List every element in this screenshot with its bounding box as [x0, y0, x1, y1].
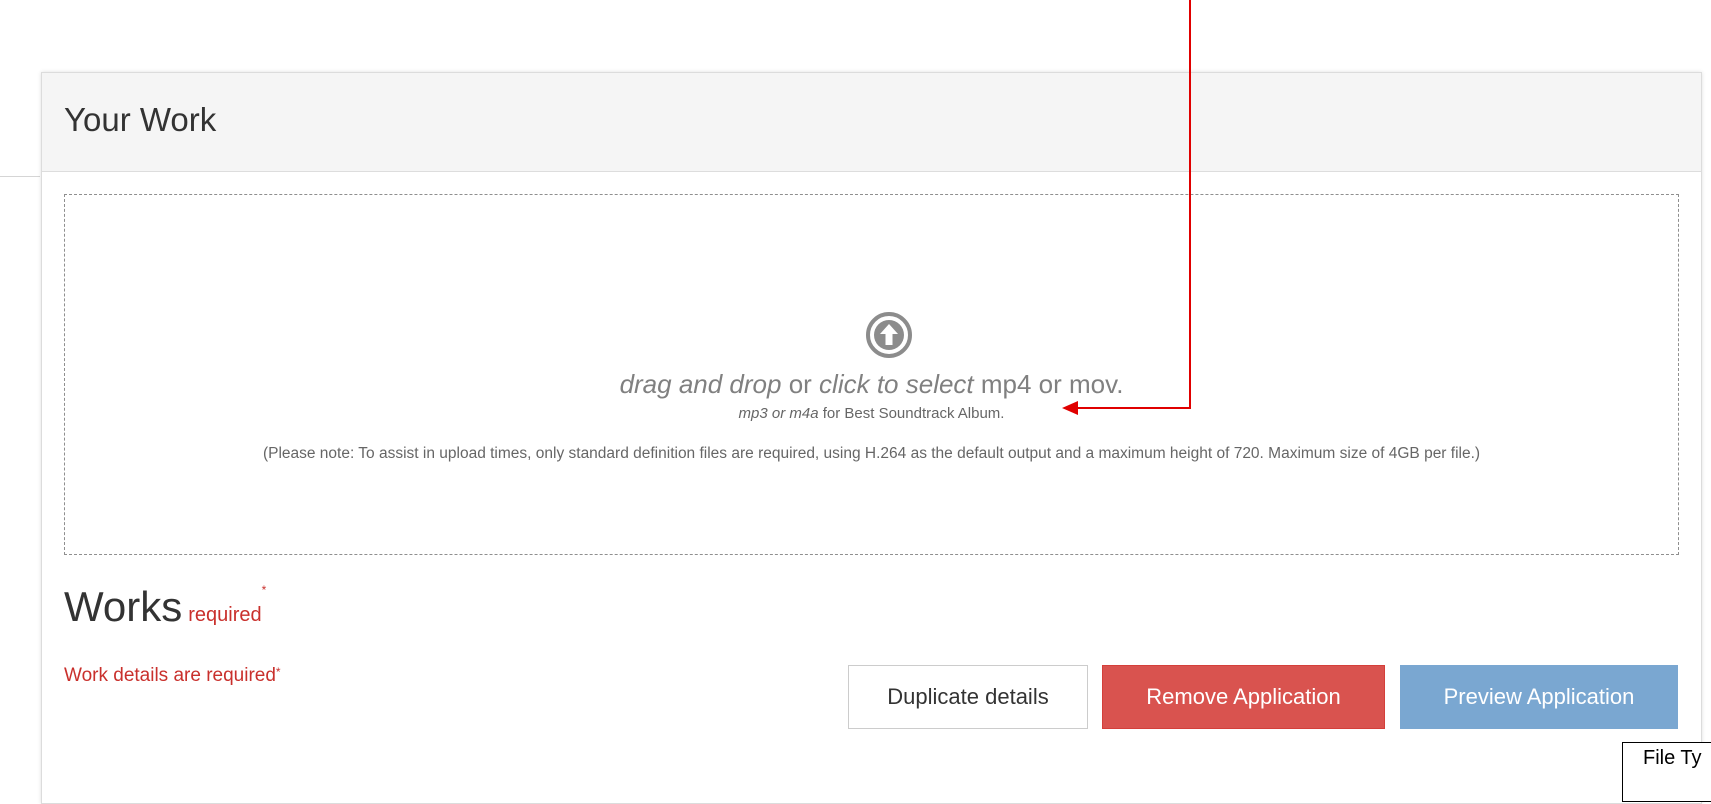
panel-title: Your Work [64, 101, 217, 138]
annotation-line-horizontal [1077, 407, 1191, 409]
upload-note: (Please note: To assist in upload times,… [262, 445, 1481, 462]
upload-arrow-circle-icon[interactable] [865, 311, 913, 359]
work-details-error-text: Work details are required [64, 665, 276, 686]
click-to-select-link[interactable]: click to select [819, 369, 974, 399]
required-asterisk: * [261, 583, 267, 597]
duplicate-details-button[interactable]: Duplicate details [848, 665, 1088, 729]
page-divider [0, 176, 40, 177]
required-label: required * [188, 583, 266, 626]
drag-and-drop-text: drag and drop [619, 369, 782, 399]
works-heading: Works required * [64, 583, 266, 631]
works-heading-text: Works [64, 583, 183, 630]
error-asterisk: * [275, 665, 281, 679]
annotation-arrowhead [1062, 401, 1078, 415]
preview-application-button[interactable]: Preview Application [1400, 665, 1678, 729]
or-text: or [781, 369, 820, 399]
work-details-error: Work details are required* [64, 665, 281, 687]
annotation-line-vertical [1189, 0, 1191, 409]
formats-text: mp4 or mov. [973, 369, 1124, 399]
your-work-panel: Your Work drag and drop or click to sele… [41, 72, 1702, 804]
dropzone-audio-formats: mp3 or m4a for Best Soundtrack Album. [65, 405, 1678, 422]
required-label-text: required [188, 604, 262, 626]
dropzone-instructions: drag and drop or click to select mp4 or … [65, 369, 1678, 400]
remove-application-button[interactable]: Remove Application [1102, 665, 1385, 729]
audio-formats-italic: mp3 or m4a [738, 405, 819, 422]
panel-header: Your Work [42, 73, 1701, 172]
file-dropzone[interactable]: drag and drop or click to select mp4 or … [64, 194, 1679, 555]
audio-formats-text: for Best Soundtrack Album. [818, 405, 1005, 422]
annotation-callout-text: File Ty [1643, 747, 1702, 769]
annotation-callout-box: File Ty [1622, 742, 1711, 802]
